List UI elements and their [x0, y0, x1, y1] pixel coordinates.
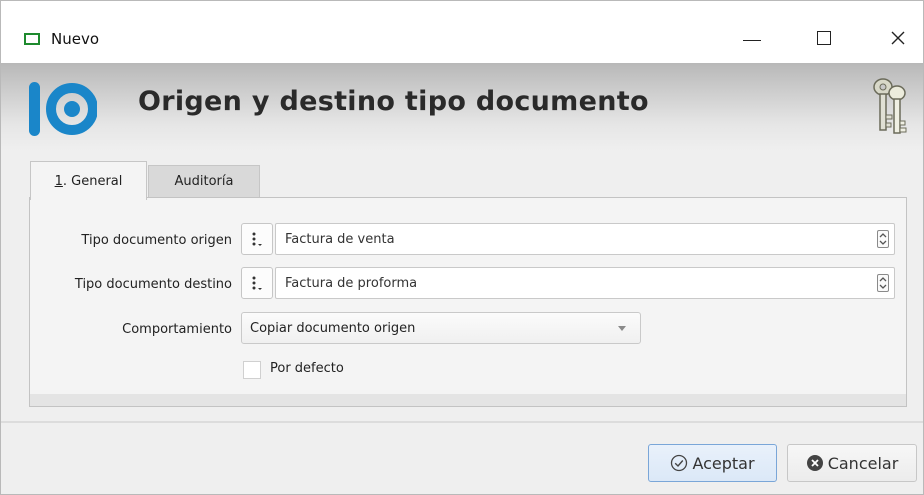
cancel-button-label: Cancelar — [827, 453, 899, 473]
window-title: Nuevo — [51, 30, 100, 48]
accept-button[interactable]: Aceptar — [648, 444, 777, 482]
cancel-button[interactable]: Cancelar — [787, 444, 917, 482]
keys-icon — [873, 78, 907, 134]
tab-auditoria[interactable]: Auditoría — [148, 165, 260, 197]
minimize-button[interactable] — [729, 21, 775, 55]
spin-updown-icon[interactable] — [877, 274, 889, 292]
minimize-icon — [743, 39, 761, 41]
maximize-icon — [817, 31, 831, 45]
por-defecto-label: Por defecto — [270, 361, 344, 376]
chevron-down-icon — [618, 326, 626, 331]
title-bar: Nuevo — [1, 1, 923, 63]
window-icon — [24, 33, 40, 45]
comportamiento-select[interactable]: Copiar documento origen — [241, 312, 641, 344]
more-options-icon — [252, 232, 262, 246]
cancel-circle-icon — [806, 454, 824, 472]
origen-value: Factura de venta — [285, 231, 395, 247]
destino-value: Factura de proforma — [285, 275, 418, 291]
accept-button-label: Aceptar — [692, 453, 755, 473]
close-button[interactable] — [875, 21, 921, 55]
destino-field[interactable]: Factura de proforma — [275, 267, 895, 299]
destino-label: Tipo documento destino — [74, 277, 232, 292]
comportamiento-label: Comportamiento — [122, 322, 232, 337]
destino-select-button[interactable] — [241, 267, 273, 299]
check-circle-icon — [670, 454, 688, 472]
page-title: Origen y destino tipo documento — [138, 86, 649, 117]
general-tab-panel: Tipo documento origen Factura de venta T… — [29, 197, 907, 407]
app-logo-icon — [29, 82, 97, 136]
close-icon — [891, 31, 905, 45]
dialog-window: Nuevo Origen y destino tipo documento 1.… — [0, 0, 924, 495]
origen-select-button[interactable] — [241, 223, 273, 255]
footer-separator — [1, 421, 923, 423]
comportamiento-value: Copiar documento origen — [250, 320, 416, 336]
panel-footer-strip — [30, 394, 906, 406]
por-defecto-checkbox[interactable] — [243, 361, 261, 379]
tab-auditoria-label: Auditoría — [174, 174, 234, 189]
tab-general-label: 1. General — [54, 173, 123, 189]
maximize-button[interactable] — [801, 21, 847, 55]
spin-updown-icon[interactable] — [877, 230, 889, 248]
origen-label: Tipo documento origen — [81, 233, 232, 248]
origen-field[interactable]: Factura de venta — [275, 223, 895, 255]
more-options-icon — [252, 276, 262, 290]
tab-general[interactable]: 1. General — [30, 161, 147, 200]
header-banner: Origen y destino tipo documento — [1, 63, 923, 151]
